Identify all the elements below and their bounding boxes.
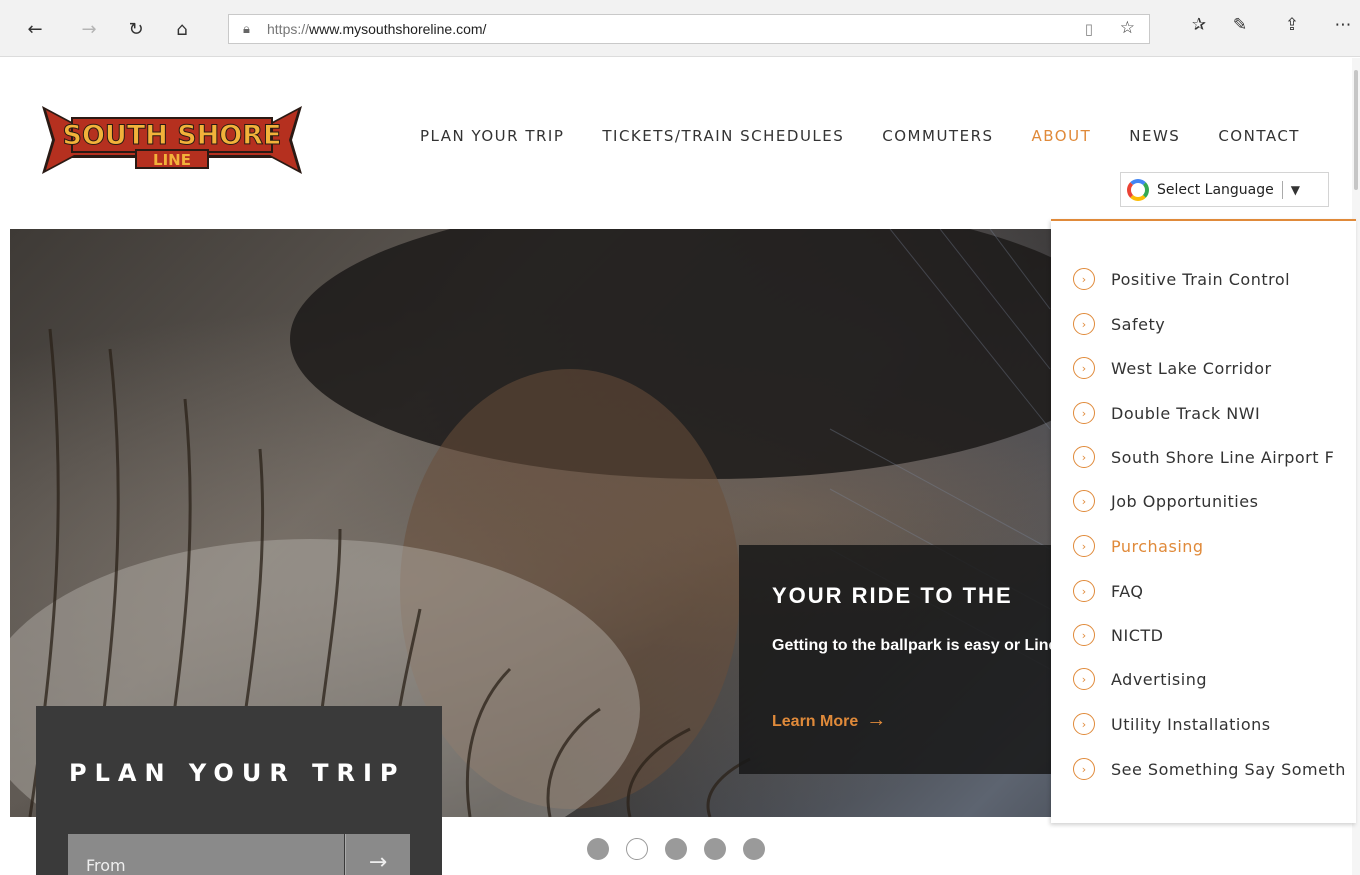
- menu-item-label: Double Track NWI: [1111, 403, 1261, 423]
- pen-notes-icon[interactable]: ✎: [1225, 15, 1255, 43]
- slide-heading: YOUR RIDE TO THE: [772, 583, 1013, 608]
- language-select[interactable]: Select Language ▼: [1120, 172, 1329, 207]
- url-text: https://www.mysouthshoreline.com/: [267, 21, 487, 37]
- refresh-icon[interactable]: ↻: [121, 14, 151, 44]
- nav-tickets-train-schedules[interactable]: TICKETS/TRAIN SCHEDULES: [602, 127, 844, 145]
- browser-toolbar: ← → ↻ ⌂ 🔒︎ https://www.mysouthshoreline.…: [0, 0, 1360, 57]
- menu-item-positive-train-control[interactable]: › Positive Train Control: [1073, 267, 1290, 291]
- menu-item-label: Job Opportunities: [1111, 491, 1259, 511]
- menu-item-label: FAQ: [1111, 581, 1144, 601]
- google-logo-icon: [1127, 178, 1149, 201]
- menu-item-see-something-say-something[interactable]: › See Something Say Someth: [1073, 757, 1346, 781]
- chevron-right-circle-icon: ›: [1073, 535, 1095, 557]
- dropdown-arrow-icon: ▼: [1290, 182, 1300, 197]
- hero-slide-card: YOUR RIDE TO THE Getting to the ballpark…: [739, 545, 1062, 774]
- chevron-right-circle-icon: ›: [1073, 624, 1095, 646]
- from-station-input[interactable]: From: [68, 834, 344, 875]
- main-nav: PLAN YOUR TRIP TICKETS/TRAIN SCHEDULES C…: [420, 127, 1300, 145]
- menu-item-label: Advertising: [1111, 669, 1208, 689]
- reading-view-icon[interactable]: ▯: [1085, 20, 1093, 38]
- menu-item-west-lake-corridor[interactable]: › West Lake Corridor: [1073, 356, 1272, 380]
- favorites-list-icon[interactable]: ✰: [1184, 15, 1214, 43]
- chevron-right-circle-icon: ›: [1073, 490, 1095, 512]
- nav-plan-your-trip[interactable]: PLAN YOUR TRIP: [420, 127, 564, 145]
- share-icon[interactable]: ⇪: [1277, 15, 1307, 43]
- learn-more-label: Learn More: [772, 713, 859, 730]
- carousel-dot[interactable]: [704, 838, 726, 860]
- menu-item-job-opportunities[interactable]: › Job Opportunities: [1073, 489, 1258, 513]
- menu-item-label: South Shore Line Airport F: [1111, 447, 1335, 467]
- more-menu-icon[interactable]: ⋯: [1328, 15, 1358, 43]
- menu-item-label: Safety: [1111, 314, 1166, 334]
- plan-your-trip-widget: PLAN YOUR TRIP From →: [36, 706, 442, 875]
- home-icon[interactable]: ⌂: [167, 14, 197, 44]
- learn-more-link[interactable]: Learn More →: [772, 709, 886, 732]
- from-placeholder: From: [86, 856, 126, 875]
- south-shore-line-logo[interactable]: SOUTH SHORE LINE: [42, 100, 302, 180]
- menu-item-faq[interactable]: › FAQ: [1073, 579, 1144, 603]
- trip-submit-arrow-icon[interactable]: →: [345, 834, 410, 875]
- carousel-dot[interactable]: [587, 838, 609, 860]
- menu-item-label: Purchasing: [1111, 536, 1204, 556]
- carousel-dot[interactable]: [665, 838, 687, 860]
- menu-item-label: See Something Say Someth: [1111, 759, 1346, 779]
- nav-about[interactable]: ABOUT: [1032, 127, 1092, 145]
- chevron-right-circle-icon: ›: [1073, 313, 1095, 335]
- menu-item-advertising[interactable]: › Advertising: [1073, 667, 1207, 691]
- menu-item-purchasing[interactable]: › Purchasing: [1073, 534, 1204, 558]
- carousel-dots: [587, 838, 765, 860]
- menu-item-airport[interactable]: › South Shore Line Airport F: [1073, 445, 1334, 469]
- chevron-right-circle-icon: ›: [1073, 446, 1095, 468]
- menu-item-label: Positive Train Control: [1111, 269, 1291, 289]
- arrow-right-icon: →: [866, 709, 887, 731]
- nav-contact[interactable]: CONTACT: [1218, 127, 1300, 145]
- scrollbar-thumb[interactable]: [1354, 70, 1358, 190]
- carousel-dot-active[interactable]: [626, 838, 648, 860]
- language-select-label: Select Language: [1157, 181, 1274, 198]
- menu-item-label: Utility Installations: [1111, 714, 1271, 734]
- divider: [1281, 180, 1283, 199]
- favorite-star-icon[interactable]: ☆: [1120, 18, 1135, 38]
- nav-commuters[interactable]: COMMUTERS: [882, 127, 993, 145]
- logo-subtext: LINE: [153, 151, 191, 169]
- address-bar[interactable]: 🔒︎ https://www.mysouthshoreline.com/ ▯ ☆: [228, 14, 1150, 44]
- back-arrow-icon[interactable]: ←: [20, 14, 50, 44]
- menu-item-nictd[interactable]: › NICTD: [1073, 623, 1163, 647]
- menu-item-safety[interactable]: › Safety: [1073, 312, 1165, 336]
- menu-item-utility-installations[interactable]: › Utility Installations: [1073, 712, 1271, 736]
- menu-item-label: West Lake Corridor: [1111, 358, 1272, 378]
- nav-news[interactable]: NEWS: [1129, 127, 1180, 145]
- slide-text: Getting to the ballpark is easy or Line.: [772, 637, 1062, 654]
- chevron-right-circle-icon: ›: [1073, 402, 1095, 424]
- chevron-right-circle-icon: ›: [1073, 668, 1095, 690]
- plan-your-trip-title: PLAN YOUR TRIP: [69, 759, 406, 787]
- chevron-right-circle-icon: ›: [1073, 580, 1095, 602]
- about-dropdown-menu: › Positive Train Control › Safety › West La…: [1051, 219, 1356, 823]
- chevron-right-circle-icon: ›: [1073, 357, 1095, 379]
- chevron-right-circle-icon: ›: [1073, 713, 1095, 735]
- chevron-right-circle-icon: ›: [1073, 268, 1095, 290]
- chevron-right-circle-icon: ›: [1073, 758, 1095, 780]
- menu-item-double-track-nwi[interactable]: › Double Track NWI: [1073, 401, 1260, 425]
- menu-item-label: NICTD: [1111, 625, 1164, 645]
- site-header: SOUTH SHORE LINE PLAN YOUR TRIP TICKETS/…: [0, 58, 1352, 229]
- logo-text: SOUTH SHORE: [63, 120, 282, 151]
- forward-arrow-icon[interactable]: →: [74, 14, 104, 44]
- carousel-dot[interactable]: [743, 838, 765, 860]
- lock-icon: 🔒︎: [243, 21, 250, 37]
